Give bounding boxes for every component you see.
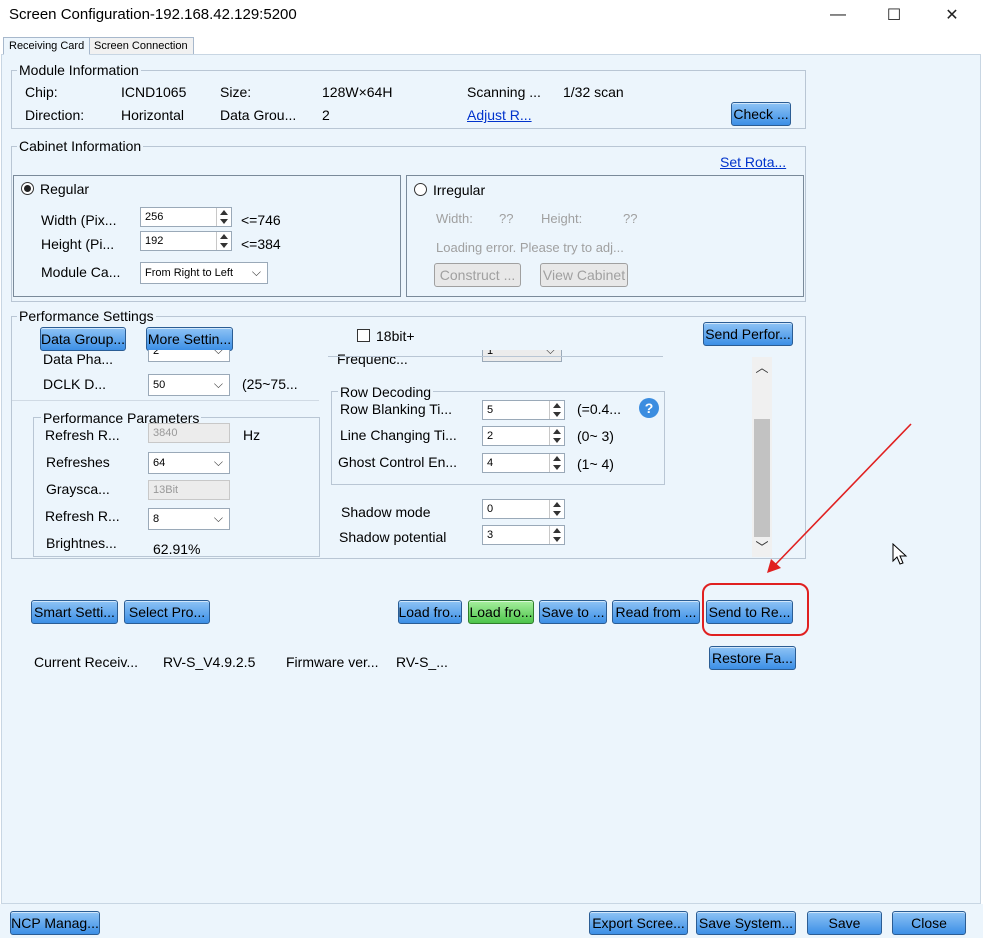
annotation-overlay <box>702 423 912 636</box>
save-button[interactable]: Save <box>807 911 882 935</box>
mouse-cursor-icon <box>892 543 908 565</box>
close-button[interactable]: Close <box>892 911 966 935</box>
highlight-rectangle <box>702 583 809 636</box>
save-system-button[interactable]: Save System... <box>696 911 796 935</box>
tab-receiving-card[interactable]: Receiving Card <box>3 37 91 55</box>
ncp-manager-button[interactable]: NCP Manag... <box>10 911 100 935</box>
annotation-arrow <box>774 423 912 566</box>
export-screen-button[interactable]: Export Scree... <box>589 911 688 935</box>
